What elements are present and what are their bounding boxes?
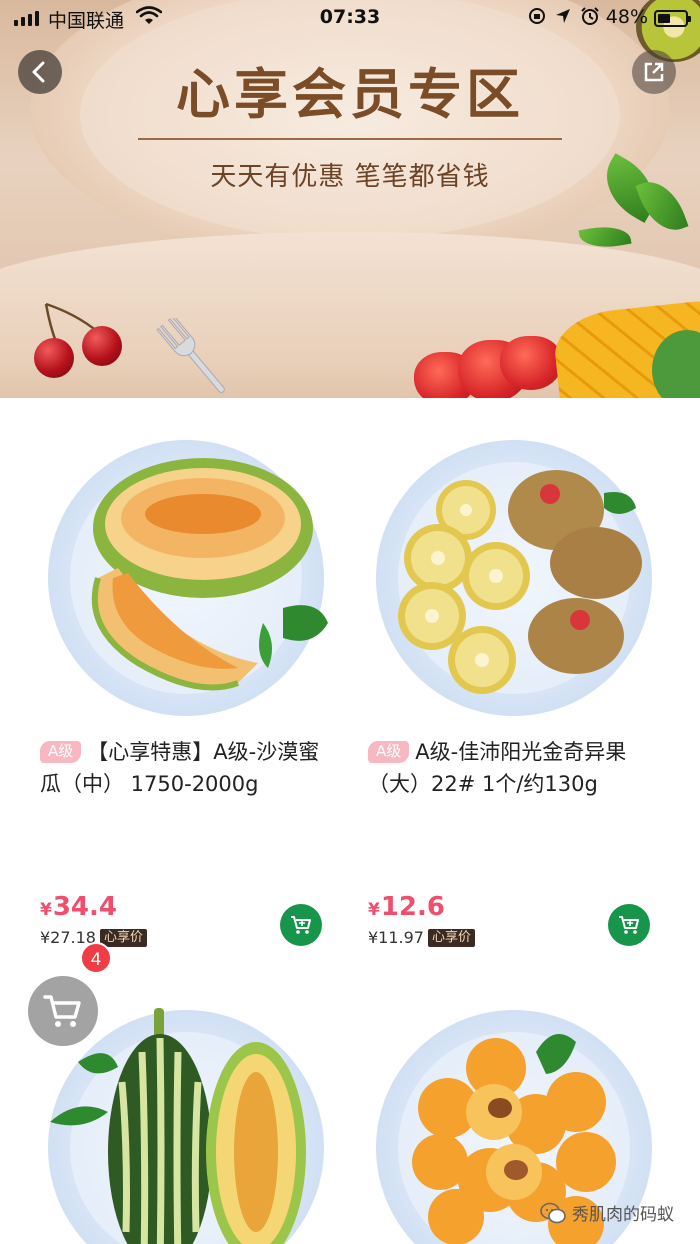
cart-icon [291,916,311,934]
product-image-melon[interactable] [58,448,328,708]
chevron-left-icon [32,61,45,83]
grade-badge: A级 [40,741,82,763]
battery-icon [654,10,691,27]
orientation-lock-icon [529,8,545,24]
member-zone-banner: 心享会员专区 天天有优惠 笔笔都省钱 [0,0,700,398]
strawberry-decoration [500,336,562,390]
watermark: 秀肌肉的码蚁 [540,1200,674,1225]
banner-title: 心享会员专区 [176,63,524,126]
member-price-tag: 心享价 [427,928,475,947]
banner-divider [138,138,562,140]
product-card[interactable]: A级 A级-佳沛阳光金奇异果（大）22# 1个/约130g ¥12.6 ¥11.9… [352,420,682,960]
currency-symbol: ¥ [40,900,52,920]
currency-symbol: ¥ [368,900,380,920]
product-title[interactable]: A级 【心享特惠】A级-沙漠蜜瓜（中） 1750-2000g [40,736,340,800]
grade-badge: A级 [368,741,410,763]
banner-subtitle: 天天有优惠 笔笔都省钱 [210,162,490,192]
product-name: 【心享特惠】A级-沙漠蜜瓜（中） 1750-2000g [40,740,320,796]
member-price-tag: 心享价 [99,928,147,947]
share-button[interactable] [632,50,676,94]
member-price-value: ¥11.97 [368,928,424,947]
share-icon [644,62,664,82]
watermark-text: 秀肌肉的码蚁 [572,1205,674,1225]
add-to-cart-button[interactable] [608,904,650,946]
location-icon [556,9,570,23]
wechat-icon [540,1202,566,1223]
back-button[interactable] [18,50,62,94]
price-value: 34.4 [52,892,117,922]
cart-icon [619,916,639,934]
cherry-decoration [82,326,122,366]
battery-percentage: 48% [605,6,648,28]
cherry-decoration [34,338,74,378]
product-image-golden-kiwi[interactable] [386,448,656,708]
product-price: ¥12.6 [368,892,445,922]
product-price: ¥34.4 [40,892,117,922]
price-value: 12.6 [380,892,445,922]
status-bar: 中国联通 07:33 48% [0,0,700,36]
status-icons [528,6,600,26]
member-price: ¥11.97 心享价 [368,928,475,947]
alarm-icon [581,7,599,25]
fork-decoration [156,318,225,393]
cart-count-badge: 4 [80,942,112,974]
product-card[interactable]: A级 【心享特惠】A级-沙漠蜜瓜（中） 1750-2000g ¥34.4 ¥27.… [24,420,354,960]
cart-icon [43,995,81,1027]
add-to-cart-button[interactable] [280,904,322,946]
floating-cart-button[interactable] [28,976,98,1046]
product-title[interactable]: A级 A级-佳沛阳光金奇异果（大）22# 1个/约130g [368,736,668,800]
